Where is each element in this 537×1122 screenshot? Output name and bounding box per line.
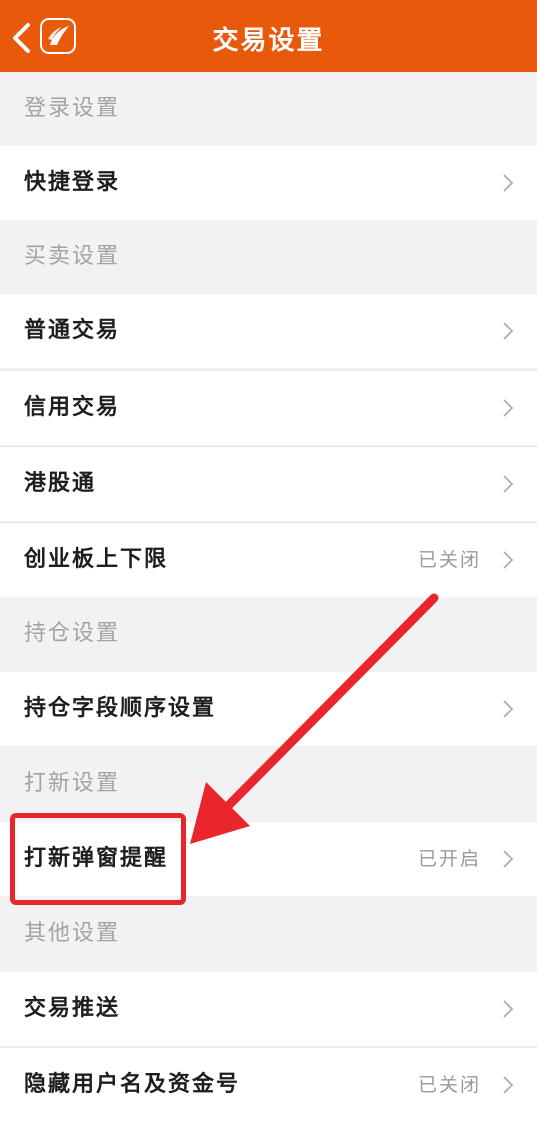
chevron-right-icon (503, 551, 514, 569)
section-header-other: 其他设置 (0, 897, 537, 971)
status-text: 已关闭 (417, 549, 481, 571)
row-hk-connect[interactable]: 港股通 (0, 447, 537, 521)
chevron-right-icon (503, 475, 514, 493)
status-text: 已关闭 (417, 1074, 481, 1096)
row-label: 信用交易 (24, 395, 121, 420)
chevron-right-icon (503, 700, 514, 718)
chevron-right-icon (503, 1000, 514, 1018)
chevron-right-icon (503, 1076, 514, 1094)
row-normal-trade[interactable]: 普通交易 (0, 294, 537, 368)
row-label: 交易推送 (24, 996, 121, 1021)
row-quick-login[interactable]: 快捷登录 (0, 146, 537, 220)
row-chinext-limit[interactable]: 创业板上下限 已关闭 (0, 523, 537, 597)
row-label: 创业板上下限 (24, 547, 169, 572)
row-trade-push[interactable]: 交易推送 (0, 972, 537, 1046)
row-hide-username-account[interactable]: 隐藏用户名及资金号 已关闭 (0, 1048, 537, 1122)
chevron-right-icon (503, 850, 514, 868)
section-header-trade: 买卖设置 (0, 220, 537, 294)
highlight-box (10, 813, 186, 905)
status-text: 已开启 (417, 848, 481, 870)
row-label: 快捷登录 (24, 170, 121, 195)
chevron-right-icon (503, 322, 514, 340)
page-title: 交易设置 (212, 26, 325, 56)
row-label: 隐藏用户名及资金号 (24, 1072, 241, 1097)
row-position-field-order[interactable]: 持仓字段顺序设置 (0, 672, 537, 746)
row-label: 普通交易 (24, 318, 121, 343)
top-bar: 交易设置 (0, 0, 537, 72)
section-header-login: 登录设置 (0, 72, 537, 146)
row-label: 港股通 (24, 471, 97, 496)
chevron-right-icon (503, 399, 514, 417)
chevron-right-icon (503, 174, 514, 192)
row-label: 持仓字段顺序设置 (24, 696, 217, 721)
section-header-ipo: 打新设置 (0, 747, 537, 821)
row-credit-trade[interactable]: 信用交易 (0, 371, 537, 445)
section-header-position: 持仓设置 (0, 597, 537, 671)
